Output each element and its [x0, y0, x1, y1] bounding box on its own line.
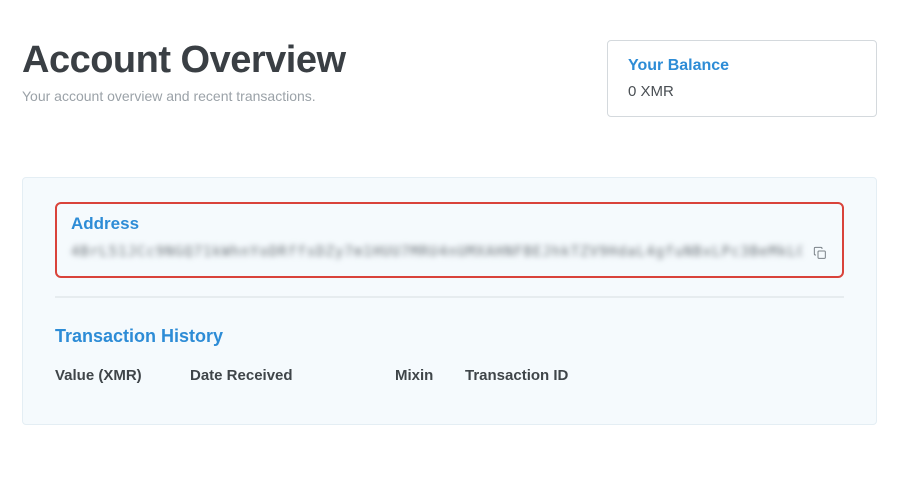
column-header-date: Date Received — [190, 367, 395, 384]
address-value: 4BrL51JCc9NGQ71kWhnYoDRffsDZy7m1HUU7MRU4… — [71, 244, 802, 262]
column-header-txid: Transaction ID — [465, 367, 844, 384]
column-header-mixin: Mixin — [395, 367, 465, 384]
copy-icon[interactable] — [812, 245, 828, 261]
transaction-table-header: Value (XMR) Date Received Mixin Transact… — [55, 367, 844, 384]
divider — [55, 296, 844, 298]
page-title: Account Overview — [22, 40, 607, 82]
balance-value: 0 XMR — [628, 83, 856, 100]
balance-card: Your Balance 0 XMR — [607, 40, 877, 117]
address-section: Address 4BrL51JCc9NGQ71kWhnYoDRffsDZy7m1… — [55, 202, 844, 278]
main-panel: Address 4BrL51JCc9NGQ71kWhnYoDRffsDZy7m1… — [22, 177, 877, 425]
page-subtitle: Your account overview and recent transac… — [22, 88, 607, 104]
transaction-history-label: Transaction History — [55, 326, 844, 347]
balance-label: Your Balance — [628, 57, 856, 75]
address-label: Address — [71, 214, 828, 234]
column-header-value: Value (XMR) — [55, 367, 190, 384]
